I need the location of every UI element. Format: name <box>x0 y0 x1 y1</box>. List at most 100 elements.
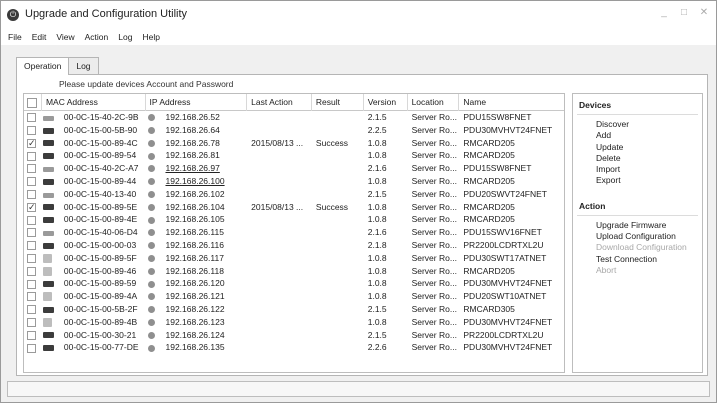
action-update[interactable]: Update <box>573 142 702 153</box>
checkbox-icon <box>27 97 37 108</box>
table-row[interactable]: 00-0C-15-00-30-21 192.168.26.124 2.1.5 Serv… <box>24 329 564 342</box>
col-result[interactable]: Result <box>312 94 364 111</box>
tab-log[interactable]: Log <box>68 57 99 74</box>
row-checkbox[interactable] <box>24 188 42 201</box>
col-location[interactable]: Location <box>408 94 460 111</box>
action-upgrade-firmware[interactable]: Upgrade Firmware <box>573 220 702 231</box>
status-cell <box>146 188 162 201</box>
table-row[interactable]: 00-0C-15-40-2C-9B 192.168.26.52 2.1.5 Serve… <box>24 111 564 124</box>
checkbox-icon <box>27 113 36 123</box>
row-checkbox[interactable] <box>24 175 42 188</box>
close-icon[interactable]: ✕ <box>698 7 710 18</box>
table-row[interactable]: 00-0C-15-00-89-5F 192.168.26.117 1.0.8 Serv… <box>24 252 564 265</box>
action-upload-configuration[interactable]: Upload Configuration <box>573 231 702 242</box>
row-checkbox[interactable] <box>24 329 42 342</box>
row-checkbox[interactable] <box>24 149 42 162</box>
table-row[interactable]: 00-0C-15-40-2C-A7 192.168.26.97 2.1.6 Serve… <box>24 162 564 175</box>
row-checkbox[interactable] <box>24 201 42 213</box>
status-dot-icon <box>147 229 155 237</box>
cell-mac: 00-0C-15-40-2C-A7 <box>63 163 139 174</box>
cell-result <box>312 341 364 354</box>
row-checkbox[interactable] <box>24 213 42 226</box>
pdu-icon <box>42 231 54 237</box>
table-row[interactable]: 00-0C-15-00-89-46 192.168.26.118 1.0.8 Serv… <box>24 265 564 278</box>
checkbox-icon <box>27 241 36 251</box>
table-row[interactable]: 00-0C-15-40-06-D4 192.168.26.115 2.1.6 Serv… <box>24 226 564 239</box>
table-row[interactable]: 00-0C-15-00-89-54 192.168.26.81 1.0.8 Serve… <box>24 149 564 162</box>
table-row[interactable]: 00-0C-15-40-13-40 192.168.26.102 2.1.5 Serv… <box>24 188 564 201</box>
row-checkbox[interactable] <box>24 239 42 252</box>
table-row[interactable]: 00-0C-15-00-77-DE 192.168.26.135 2.2.6 Serv… <box>24 341 564 354</box>
menu-file[interactable]: File <box>3 29 27 45</box>
table-row[interactable]: 00-0C-15-00-89-44 192.168.26.100 1.0.8 Serv… <box>24 175 564 188</box>
checkbox-icon <box>27 330 36 340</box>
row-checkbox[interactable] <box>24 124 42 137</box>
action-delete[interactable]: Delete <box>573 153 702 164</box>
device-type-icon <box>42 111 60 124</box>
table-row[interactable]: 00-0C-15-00-89-4B 192.168.26.123 1.0.8 Serv… <box>24 316 564 329</box>
row-checkbox[interactable] <box>24 316 42 329</box>
col-version[interactable]: Version <box>364 94 408 111</box>
row-checkbox[interactable] <box>24 265 42 278</box>
menu-help[interactable]: Help <box>137 29 164 45</box>
cell-name: PR2200LCDRTXL2U <box>463 329 544 340</box>
cell-location: Server Ro... <box>411 163 457 174</box>
cell-location: Server Ro... <box>411 239 457 250</box>
row-checkbox[interactable] <box>24 162 42 175</box>
table-row[interactable]: 00-0C-15-00-89-4E 192.168.26.105 1.0.8 Serv… <box>24 213 564 226</box>
action-discover[interactable]: Discover <box>573 119 702 130</box>
row-checkbox[interactable] <box>24 290 42 303</box>
action-import[interactable]: Import <box>573 164 702 175</box>
cell-result <box>312 162 364 175</box>
cell-ip: 192.168.26.104 <box>165 201 225 212</box>
table-row[interactable]: 00-0C-15-00-89-5E 192.168.26.104 2015/08/1… <box>24 201 564 213</box>
table-row[interactable]: 00-0C-15-00-89-4A 192.168.26.121 1.0.8 Serv… <box>24 290 564 303</box>
action-add[interactable]: Add <box>573 130 702 141</box>
device-type-icon <box>42 188 60 201</box>
table-row[interactable]: 00-0C-15-00-5B-2F 192.168.26.122 2.1.5 Serv… <box>24 303 564 316</box>
checkbox-icon <box>27 279 36 289</box>
cell-version: 1.0.8 <box>367 252 387 263</box>
cell-location: Server Ro... <box>411 188 457 199</box>
cell-result <box>312 111 364 124</box>
action-export[interactable]: Export <box>573 175 702 186</box>
window-title: Upgrade and Configuration Utility <box>25 8 188 20</box>
col-name[interactable]: Name <box>459 94 564 111</box>
menu-bar: File Edit View Action Log Help <box>1 29 716 45</box>
row-checkbox[interactable] <box>24 111 42 124</box>
checkbox-icon <box>27 292 36 302</box>
action-test-connection[interactable]: Test Connection <box>573 254 702 265</box>
cell-result <box>312 149 364 162</box>
cell-location: Server Ro... <box>411 112 457 122</box>
table-row[interactable]: 00-0C-15-00-00-03 192.168.26.116 2.1.8 Serv… <box>24 239 564 252</box>
maximize-icon[interactable]: □ <box>678 7 690 18</box>
menu-edit[interactable]: Edit <box>27 29 52 45</box>
minimize-icon[interactable]: _ <box>658 7 670 18</box>
menu-log[interactable]: Log <box>113 29 137 45</box>
cell-name: RMCARD205 <box>463 265 515 276</box>
devices-actions: Discover Add Update Delete Import Export <box>573 115 702 187</box>
device-type-icon <box>42 124 60 137</box>
action-download-configuration: Download Configuration <box>596 242 687 253</box>
select-all-checkbox[interactable] <box>24 94 42 111</box>
col-ip-address[interactable]: IP Address <box>146 94 248 111</box>
row-checkbox[interactable] <box>24 252 42 265</box>
cell-last-action <box>247 124 312 137</box>
menu-view[interactable]: View <box>51 29 79 45</box>
row-checkbox[interactable] <box>24 341 42 354</box>
table-row[interactable]: 00-0C-15-00-5B-90 192.168.26.64 2.2.5 Serve… <box>24 124 564 137</box>
row-checkbox[interactable] <box>24 137 42 149</box>
cell-version: 2.1.5 <box>367 188 387 199</box>
row-checkbox[interactable] <box>24 303 42 316</box>
row-checkbox[interactable] <box>24 226 42 239</box>
col-last-action[interactable]: Last Action <box>247 94 312 111</box>
device-type-icon <box>42 162 60 175</box>
menu-action[interactable]: Action <box>80 29 114 45</box>
cell-result <box>312 290 364 303</box>
tab-operation[interactable]: Operation <box>16 57 70 75</box>
row-checkbox[interactable] <box>24 277 42 290</box>
cell-location: Server Ro... <box>411 303 457 314</box>
table-row[interactable]: 00-0C-15-00-89-59 192.168.26.120 1.0.8 Serv… <box>24 277 564 290</box>
col-mac-address[interactable]: MAC Address <box>42 94 146 111</box>
table-row[interactable]: 00-0C-15-00-89-4C 192.168.26.78 2015/08/13… <box>24 137 564 149</box>
